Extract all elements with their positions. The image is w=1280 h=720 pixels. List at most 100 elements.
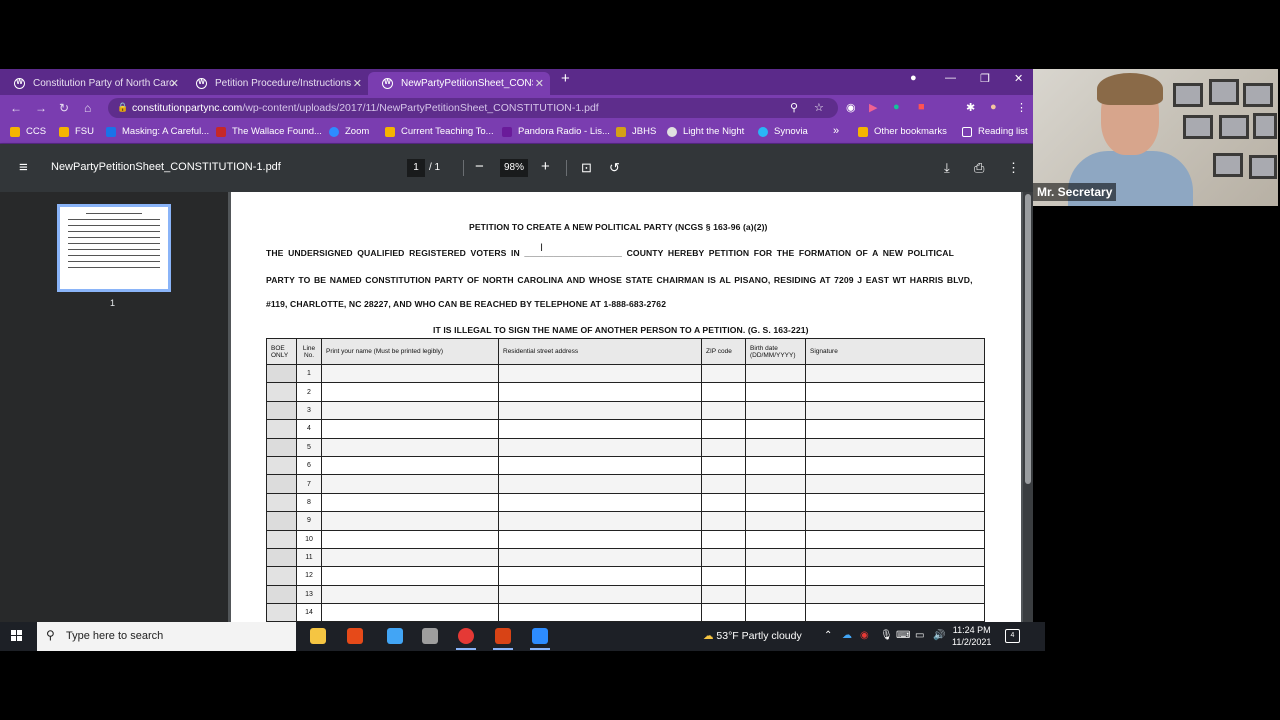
table-row: 9 <box>266 511 985 531</box>
extension-icon[interactable]: ▶ <box>869 101 877 114</box>
bookmark-item[interactable]: CCS <box>10 126 46 137</box>
powerpoint-icon[interactable] <box>493 628 513 650</box>
taskbar-search-input[interactable]: ⚲ Type here to search <box>37 622 296 651</box>
close-icon[interactable]: ✕ <box>170 77 179 90</box>
menu-icon[interactable]: ⋮ <box>1016 101 1027 114</box>
tab-petition-procedure[interactable]: W Petition Procedure/Instructions ✕ <box>182 72 368 95</box>
extension-icon[interactable]: ◉ <box>846 101 856 114</box>
weather-widget[interactable]: ☁ 53°F Partly cloudy <box>703 630 802 642</box>
scrollbar[interactable] <box>1023 192 1033 622</box>
reload-icon[interactable]: ↻ <box>59 101 69 115</box>
scrollbar-thumb[interactable] <box>1025 194 1031 484</box>
restore-icon[interactable]: ❐ <box>980 72 990 85</box>
name-cell <box>321 363 499 384</box>
date-text: 11/2/2021 <box>952 637 992 647</box>
clock[interactable]: 11:24 PM 11/2/2021 <box>952 624 991 648</box>
name-cell <box>321 400 499 421</box>
network-icon[interactable]: ▭ <box>915 630 924 641</box>
bookmark-item[interactable]: Current Teaching To... <box>385 126 494 137</box>
zip-cell <box>701 584 746 605</box>
tab-constitution-party[interactable]: W Constitution Party of North Caro ✕ <box>0 72 185 95</box>
cloud-icon[interactable]: ☁ <box>842 630 852 641</box>
star-icon[interactable]: ☆ <box>814 101 824 114</box>
puzzle-icon[interactable]: ✱ <box>966 101 975 114</box>
bookmark-item[interactable]: FSU <box>59 126 94 137</box>
bookmark-label: Zoom <box>345 126 370 137</box>
line-number-cell: 13 <box>296 584 322 605</box>
download-icon[interactable]: ⤓ <box>944 160 950 176</box>
zip-cell <box>701 419 746 439</box>
bookmark-item[interactable]: The Wallace Found... <box>216 126 322 137</box>
table-row: 1 <box>266 363 985 384</box>
close-window-icon[interactable]: ✕ <box>1014 72 1023 85</box>
folder-icon <box>59 126 69 137</box>
home-icon[interactable]: ⌂ <box>84 101 91 115</box>
onedrive-icon[interactable] <box>387 628 403 644</box>
name-cell <box>321 529 499 549</box>
address-cell <box>498 584 702 605</box>
document-paragraph: #119, CHARLOTTE, NC 28227, AND WHO CAN B… <box>266 299 667 309</box>
bookmark-icon <box>616 126 626 137</box>
windows-start-icon[interactable] <box>11 630 23 642</box>
close-icon[interactable]: ✕ <box>535 77 544 90</box>
zip-cell <box>701 382 746 402</box>
snipping-tool-icon[interactable] <box>422 628 438 644</box>
microphone-icon[interactable]: 🎙 <box>880 630 893 641</box>
notification-icon[interactable]: 4 <box>1005 629 1020 643</box>
address-cell <box>498 529 702 549</box>
print-icon[interactable]: ⎙ <box>974 160 984 176</box>
chrome-icon[interactable] <box>456 628 476 650</box>
zoom-in-button[interactable]: + <box>541 158 550 175</box>
folder-icon <box>385 126 395 137</box>
search-icon[interactable]: ⚲ <box>790 101 798 114</box>
zoom-app-icon[interactable] <box>530 628 550 650</box>
hamburger-menu-icon[interactable]: ≡ <box>19 159 28 176</box>
signature-cell <box>805 603 985 622</box>
tab-search-icon[interactable]: ● <box>910 72 917 84</box>
new-tab-button[interactable]: + <box>561 70 570 87</box>
bookmarks-overflow-button[interactable]: » <box>833 125 839 137</box>
bookmark-item[interactable]: JBHS <box>616 126 656 137</box>
bookmark-item[interactable]: Other bookmarks <box>858 126 947 137</box>
page-thumbnail[interactable] <box>57 204 171 292</box>
person-hair <box>1097 73 1163 105</box>
bookmarks-bar: CCS FSU Masking: A Careful... The Wallac… <box>0 121 1033 144</box>
bookmark-label: Pandora Radio - Lis... <box>518 126 610 137</box>
keyboard-icon[interactable]: ⌨ <box>896 630 910 641</box>
grammarly-icon[interactable]: ● <box>893 101 900 113</box>
chevron-up-icon[interactable]: ⌃ <box>824 630 832 641</box>
forward-icon[interactable]: → <box>35 101 47 115</box>
bookmark-item[interactable]: Masking: A Careful... <box>106 126 209 137</box>
page-number-input[interactable]: 1 <box>407 159 425 177</box>
rotate-icon[interactable]: ↺ <box>609 160 620 176</box>
boe-cell <box>266 492 297 513</box>
bookmark-item[interactable]: Light the Night <box>667 126 744 137</box>
bookmark-item[interactable]: Synovia <box>758 126 808 137</box>
bookmark-item[interactable]: Reading list <box>962 126 1028 137</box>
office-icon[interactable] <box>347 628 363 644</box>
extension-icon[interactable]: ■ <box>918 101 925 113</box>
address-bar[interactable]: 🔒 constitutionpartync.com/wp-content/upl… <box>108 98 838 118</box>
wordpress-icon: W <box>382 78 393 89</box>
avatar[interactable]: ● <box>990 101 997 113</box>
picture-frame <box>1243 83 1273 107</box>
bookmark-label: Other bookmarks <box>874 126 947 137</box>
back-icon[interactable]: ← <box>10 101 22 115</box>
more-options-icon[interactable]: ⋮ <box>1007 160 1020 176</box>
column-header: BOE ONLY <box>266 338 297 365</box>
fit-page-icon[interactable]: ⊡ <box>581 160 592 176</box>
zoom-out-button[interactable]: − <box>475 158 484 175</box>
close-icon[interactable]: ✕ <box>353 77 362 90</box>
bookmark-item[interactable]: Zoom <box>329 126 369 137</box>
column-header: Birth date (DD/MM/YYYY) <box>745 338 806 365</box>
file-explorer-icon[interactable] <box>310 628 326 644</box>
zoom-input[interactable]: 98% <box>500 159 528 177</box>
minimize-icon[interactable]: — <box>945 72 956 84</box>
bookmark-label: FSU <box>75 126 94 137</box>
boe-cell <box>266 455 297 476</box>
tray-app-icon[interactable]: ◉ <box>860 630 869 641</box>
pdf-filename: NewPartyPetitionSheet_CONSTITUTION-1.pdf <box>51 161 281 173</box>
volume-icon[interactable]: 🔊 <box>933 630 945 641</box>
tab-petition-sheet[interactable]: W NewPartyPetitionSheet_CONSTIT ✕ <box>368 72 550 95</box>
bookmark-item[interactable]: Pandora Radio - Lis... <box>502 126 610 137</box>
